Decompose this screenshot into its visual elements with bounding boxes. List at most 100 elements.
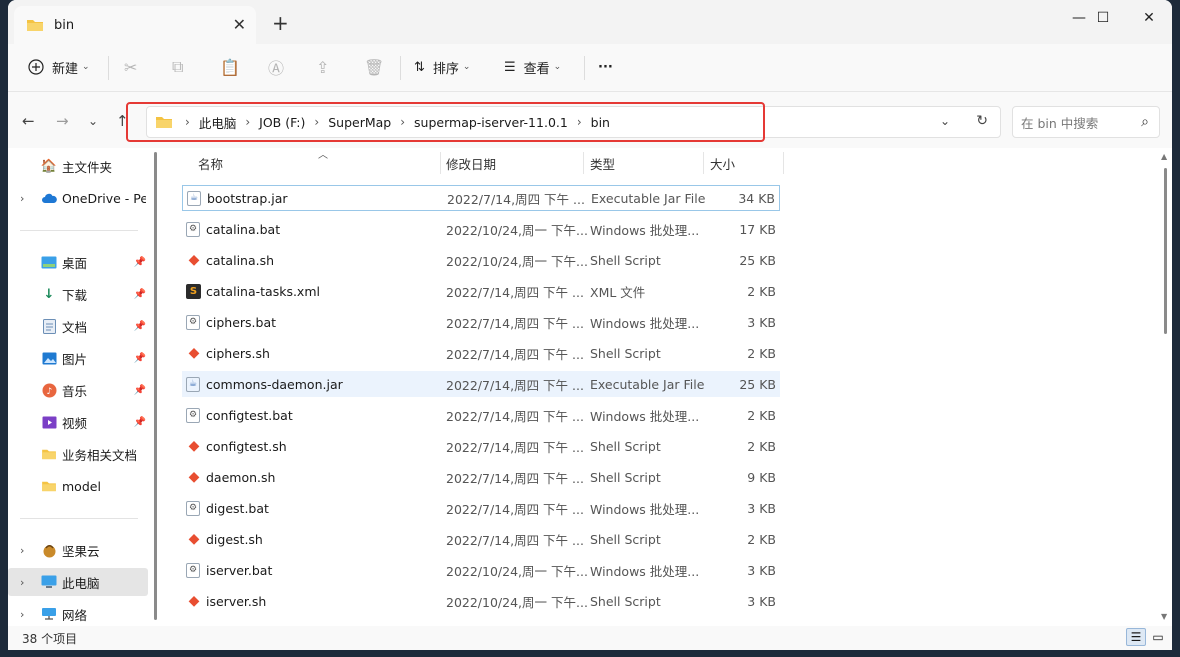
scroll-up-icon[interactable]: ▲ xyxy=(1161,152,1167,161)
file-date: 2022/7/14,周四 下午 ... xyxy=(446,408,584,424)
shell-script-icon: ◆ xyxy=(188,469,200,485)
column-divider[interactable] xyxy=(783,152,784,174)
refresh-icon[interactable]: ↻ xyxy=(976,113,988,129)
new-tab-button[interactable]: + xyxy=(272,13,289,33)
address-dropdown-chevron-icon[interactable]: ⌄ xyxy=(940,114,950,128)
sidebar-item-videos[interactable]: 视频 📌 xyxy=(8,408,148,436)
file-name: daemon.sh xyxy=(206,469,276,485)
back-arrow-icon[interactable]: ← xyxy=(22,112,35,130)
delete-icon[interactable]: 🗑 xyxy=(364,54,384,80)
maximize-button[interactable]: ☐ xyxy=(1080,6,1126,30)
sidebar-item-business-docs[interactable]: 业务相关文档 xyxy=(8,440,148,468)
file-list-scrollbar[interactable]: ▲ ▼ xyxy=(1161,150,1171,626)
tab-close-button[interactable]: ✕ xyxy=(233,15,246,34)
pin-icon[interactable]: 📌 xyxy=(134,353,146,364)
file-row[interactable]: ☕ commons-daemon.jar 2022/7/14,周四 下午 ...… xyxy=(182,371,780,397)
file-name: catalina.sh xyxy=(206,252,275,268)
view-button[interactable]: ☰ 查看 ⌄ xyxy=(504,54,561,80)
tiles-view-icon[interactable]: ▭ xyxy=(1148,628,1168,646)
breadcrumb-supermap[interactable]: SuperMap xyxy=(328,115,391,130)
close-window-button[interactable]: ✕ xyxy=(1126,6,1172,30)
search-input[interactable]: 在 bin 中搜索 ⌕ xyxy=(1012,106,1160,138)
breadcrumb-drive[interactable]: JOB (F:) xyxy=(259,115,305,130)
pin-icon[interactable]: 📌 xyxy=(134,385,146,396)
file-date: 2022/10/24,周一 下午... xyxy=(446,563,588,579)
pin-icon[interactable]: 📌 xyxy=(134,289,146,300)
sidebar-item-pictures[interactable]: 图片 📌 xyxy=(8,344,148,372)
column-header-type[interactable]: 类型 xyxy=(582,148,702,178)
file-size: 2 KB xyxy=(747,345,776,361)
breadcrumb-chevron-icon[interactable]: › xyxy=(245,115,250,129)
sidebar-item-onedrive[interactable]: › OneDrive - Per xyxy=(8,184,148,212)
file-row[interactable]: ⚙ digest.bat 2022/7/14,周四 下午 ... Windows… xyxy=(182,495,780,521)
file-row[interactable]: ◆ daemon.sh 2022/7/14,周四 下午 ... Shell Sc… xyxy=(182,464,780,490)
address-bar[interactable]: › 此电脑 › JOB (F:) › SuperMap › supermap-i… xyxy=(146,106,1001,138)
file-row[interactable]: ◆ iserver.sh 2022/10/24,周一 下午... Shell S… xyxy=(182,588,780,614)
breadcrumb-this-pc[interactable]: 此电脑 xyxy=(199,113,237,132)
file-row[interactable]: ◆ configtest.sh 2022/7/14,周四 下午 ... Shel… xyxy=(182,433,780,459)
sidebar-item-this-pc[interactable]: › 此电脑 xyxy=(8,568,148,596)
folder-icon xyxy=(41,478,57,494)
download-icon: ↓ xyxy=(43,286,55,302)
file-name: commons-daemon.jar xyxy=(206,376,343,392)
expand-chevron-icon[interactable]: › xyxy=(20,608,24,621)
paste-icon[interactable]: 📋 xyxy=(220,54,240,80)
scroll-down-icon[interactable]: ▼ xyxy=(1161,612,1167,621)
column-header-name[interactable]: 名称 xyxy=(190,148,440,178)
file-row[interactable]: ◆ catalina.sh 2022/10/24,周一 下午... Shell … xyxy=(182,247,780,273)
file-row[interactable]: S catalina-tasks.xml 2022/7/14,周四 下午 ...… xyxy=(182,278,780,304)
sidebar-item-music[interactable]: ♪ 音乐 📌 xyxy=(8,376,148,404)
sidebar-item-home[interactable]: 🏠 主文件夹 xyxy=(8,152,148,180)
shell-script-icon: ◆ xyxy=(188,252,200,268)
more-options-button[interactable]: ··· xyxy=(598,54,613,80)
column-header-date[interactable]: 修改日期 xyxy=(438,148,583,178)
column-header-size[interactable]: 大小 xyxy=(702,148,782,178)
sidebar-item-desktop[interactable]: 桌面 📌 xyxy=(8,248,148,276)
sidebar-item-network[interactable]: › 网络 xyxy=(8,600,148,628)
sidebar-item-label: 图片 xyxy=(62,351,88,367)
file-row[interactable]: ⚙ ciphers.bat 2022/7/14,周四 下午 ... Window… xyxy=(182,309,780,335)
rename-icon[interactable]: Ⓐ xyxy=(268,54,284,80)
breadcrumb-chevron-icon[interactable]: › xyxy=(185,115,190,129)
file-row[interactable]: ◆ digest.sh 2022/7/14,周四 下午 ... Shell Sc… xyxy=(182,526,780,552)
sidebar-item-downloads[interactable]: ↓ 下载 📌 xyxy=(8,280,148,308)
list-view-icon: ☰ xyxy=(504,59,516,75)
tab-bin[interactable]: bin ✕ xyxy=(14,6,256,44)
forward-arrow-icon[interactable]: → xyxy=(56,112,69,130)
pin-icon[interactable]: 📌 xyxy=(134,257,146,268)
breadcrumb-iserver[interactable]: supermap-iserver-11.0.1 xyxy=(414,115,568,130)
scrollbar-thumb[interactable] xyxy=(1164,168,1167,334)
sidebar-divider xyxy=(20,518,138,519)
copy-icon[interactable]: ⧉ xyxy=(172,54,183,80)
file-row[interactable]: ◆ ciphers.sh 2022/7/14,周四 下午 ... Shell S… xyxy=(182,340,780,366)
expand-chevron-icon[interactable]: › xyxy=(20,192,24,205)
up-arrow-icon[interactable]: ↑ xyxy=(116,112,129,130)
file-date: 2022/7/14,周四 下午 ... xyxy=(446,532,584,548)
pin-icon[interactable]: 📌 xyxy=(134,321,146,332)
new-button[interactable]: 新建 ⌄ xyxy=(28,54,90,80)
file-row[interactable]: ⚙ configtest.bat 2022/7/14,周四 下午 ... Win… xyxy=(182,402,780,428)
file-size: 17 KB xyxy=(739,221,776,237)
breadcrumb-chevron-icon[interactable]: › xyxy=(314,115,319,129)
pin-icon[interactable]: 📌 xyxy=(134,417,146,428)
file-row[interactable]: ⚙ catalina.bat 2022/10/24,周一 下午... Windo… xyxy=(182,216,780,242)
details-view-icon[interactable]: ☰ xyxy=(1126,628,1146,646)
expand-chevron-icon[interactable]: › xyxy=(20,576,24,589)
sidebar-item-documents[interactable]: 文档 📌 xyxy=(8,312,148,340)
sidebar-divider xyxy=(20,230,138,231)
sidebar-item-model[interactable]: model xyxy=(8,472,148,500)
breadcrumb-chevron-icon[interactable]: › xyxy=(577,115,582,129)
sidebar-scrollbar[interactable] xyxy=(154,152,157,620)
sidebar-item-nutstore[interactable]: › 坚果云 xyxy=(8,536,148,564)
share-icon[interactable]: ⇪ xyxy=(316,54,329,80)
cut-icon[interactable]: ✂ xyxy=(124,54,137,80)
file-row[interactable]: ⚙ iserver.bat 2022/10/24,周一 下午... Window… xyxy=(182,557,780,583)
file-row[interactable]: ☕ bootstrap.jar 2022/7/14,周四 下午 ... Exec… xyxy=(182,185,780,211)
title-bar: bin ✕ + — ☐ ✕ xyxy=(8,0,1172,44)
breadcrumb-chevron-icon[interactable]: › xyxy=(400,115,405,129)
sort-button[interactable]: ⇅ 排序 ⌄ xyxy=(414,54,470,80)
breadcrumb-bin[interactable]: bin xyxy=(591,115,610,130)
expand-chevron-icon[interactable]: › xyxy=(20,544,24,557)
recent-locations-chevron-icon[interactable]: ⌄ xyxy=(88,114,98,128)
file-type: Windows 批处理... xyxy=(590,222,700,238)
